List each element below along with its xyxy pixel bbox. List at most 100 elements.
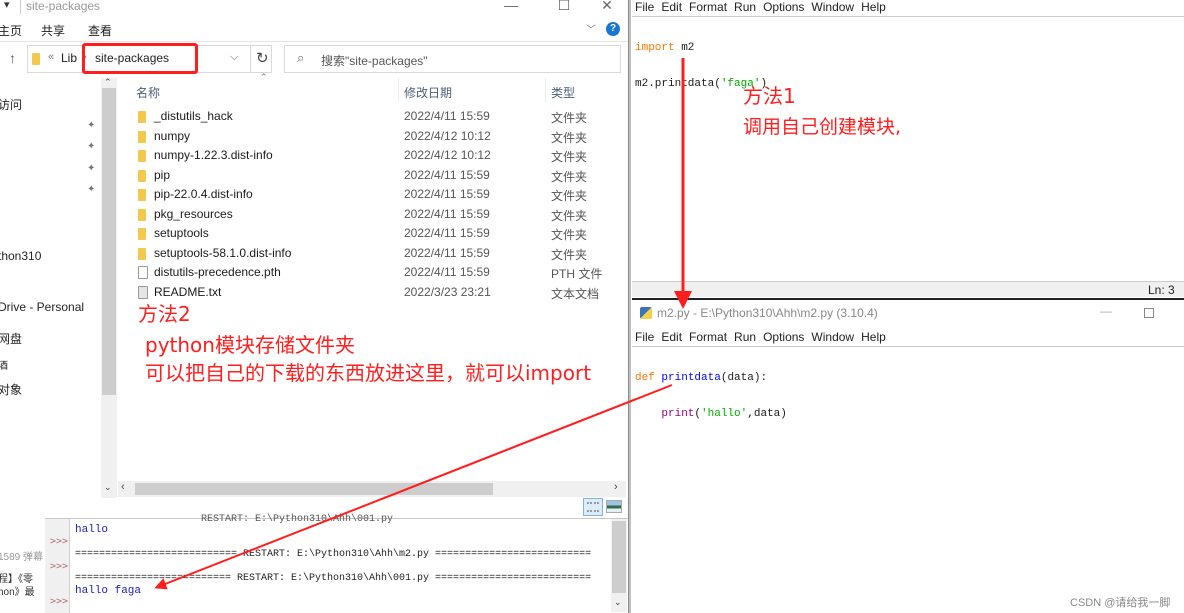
- code-line: print('hallo',data): [635, 408, 786, 420]
- idle-shell[interactable]: >>> >>> >>> RESTART: E:\Python310\Ahh\00…: [45, 514, 628, 613]
- maximize-button[interactable]: [1144, 308, 1154, 318]
- shell-prompt: >>>: [50, 596, 69, 607]
- sort-ascending-icon: ⌃: [260, 72, 268, 82]
- menu-edit[interactable]: Edit: [661, 0, 682, 14]
- up-arrow-icon[interactable]: ↑: [9, 50, 16, 66]
- help-icon[interactable]: ?: [606, 22, 620, 36]
- nav-pane-scrollbar[interactable]: ⌃ ⌄: [101, 77, 117, 498]
- file-row[interactable]: setuptools 2022/4/11 15:59 文件夹: [135, 224, 615, 244]
- status-bar: Ln: 3: [632, 281, 1184, 297]
- menu-window[interactable]: Window: [811, 330, 854, 344]
- file-type: 文本文档: [551, 286, 600, 301]
- nav-item-partial[interactable]: 酒: [0, 357, 8, 372]
- menu-help[interactable]: Help: [861, 0, 886, 14]
- menu-run[interactable]: Run: [734, 330, 756, 344]
- breadcrumb-overflow[interactable]: «: [48, 51, 54, 63]
- menu-file[interactable]: File: [635, 0, 654, 14]
- shell-scrollbar[interactable]: ⌄: [611, 519, 627, 612]
- nav-item-network-drive[interactable]: 网盘: [0, 330, 22, 347]
- column-divider[interactable]: [398, 78, 399, 102]
- idle-editor-001: File Edit Format Run Options Window Help impor…: [632, 0, 1184, 297]
- scroll-thumb[interactable]: [102, 88, 116, 395]
- shell-gutter: >>> >>> >>>: [45, 519, 70, 613]
- scroll-down-icon[interactable]: ⌄: [614, 597, 622, 608]
- file-row[interactable]: pip-22.0.4.dist-info 2022/4/11 15:59 文件夹: [135, 185, 615, 205]
- file-explorer-window: ▾ site-packages — ☐ ✕ 主页 共享 查看 ﹀ ? ↑ « L…: [0, 0, 628, 503]
- search-box[interactable]: ⌕ 搜索"site-packages": [284, 45, 621, 73]
- background-page-fragment: 1589 弹幕 程】《零 hon》最: [0, 518, 45, 613]
- file-row[interactable]: distutils-precedence.pth 2022/4/11 15:59 P…: [135, 263, 615, 283]
- tab-view[interactable]: 查看: [88, 22, 112, 39]
- file-row[interactable]: _distutils_hack 2022/4/11 15:59 文件夹: [135, 107, 615, 127]
- column-header-type[interactable]: 类型: [551, 84, 575, 101]
- horizontal-scrollbar[interactable]: ‹ ›: [118, 481, 626, 497]
- shell-output-line: =========================== RESTART: E:\…: [75, 549, 592, 560]
- scroll-up-icon[interactable]: ⌃: [104, 77, 112, 88]
- pin-icon[interactable]: ✦: [87, 163, 95, 174]
- search-input[interactable]: 搜索"site-packages": [321, 52, 428, 69]
- scroll-left-icon[interactable]: ‹: [121, 481, 125, 493]
- large-icons-view-button[interactable]: [606, 500, 622, 513]
- scroll-thumb[interactable]: [135, 483, 493, 495]
- search-icon: ⌕: [297, 50, 305, 65]
- menu-bar: File Edit Format Run Options Window Help: [635, 0, 893, 16]
- expand-ribbon-icon[interactable]: ﹀: [586, 21, 596, 36]
- file-row[interactable]: pkg_resources 2022/4/11 15:59 文件夹: [135, 205, 615, 225]
- details-view-button[interactable]: [583, 498, 603, 516]
- shell-prompt: >>>: [50, 536, 69, 547]
- column-divider[interactable]: [545, 78, 546, 102]
- folder-icon: [138, 169, 146, 182]
- pin-icon[interactable]: ✦: [87, 184, 95, 195]
- minimize-button[interactable]: —: [1100, 304, 1112, 318]
- menu-format[interactable]: Format: [689, 330, 727, 344]
- file-row[interactable]: numpy-1.22.3.dist-info 2022/4/12 10:12 文件夹: [135, 146, 615, 166]
- file-type: PTH 文件: [551, 267, 603, 281]
- file-row[interactable]: pip 2022/4/11 15:59 文件夹: [135, 166, 615, 186]
- file-date: 2022/4/12 10:12: [404, 148, 491, 162]
- file-date: 2022/3/23 23:21: [404, 284, 491, 299]
- menu-edit[interactable]: Edit: [661, 330, 682, 344]
- minimize-button[interactable]: —: [496, 0, 526, 13]
- tab-home[interactable]: 主页: [0, 22, 22, 39]
- explorer-title-bar: ▾ site-packages — ☐ ✕: [0, 0, 628, 16]
- file-row[interactable]: numpy 2022/4/12 10:12 文件夹: [135, 127, 615, 147]
- pin-icon[interactable]: ✦: [87, 141, 95, 152]
- file-date: 2022/4/11 15:59: [404, 187, 490, 201]
- menu-format[interactable]: Format: [689, 0, 727, 14]
- window-divider: [628, 0, 631, 613]
- address-dropdown-icon[interactable]: ⌵: [230, 51, 238, 64]
- file-row[interactable]: setuptools-58.1.0.dist-info 2022/4/11 15:…: [135, 244, 615, 264]
- menu-file[interactable]: File: [635, 330, 654, 344]
- menu-options[interactable]: Options: [763, 330, 804, 344]
- nav-item-onedrive[interactable]: Drive - Personal: [0, 300, 84, 314]
- nav-item-python310[interactable]: thon310: [0, 249, 41, 263]
- string-literal: 'hallo': [701, 408, 748, 420]
- nav-item-quick-access[interactable]: 访问: [0, 96, 22, 113]
- shell-output-line: hallo: [75, 524, 109, 536]
- file-date: 2022/4/12 10:12: [404, 128, 491, 143]
- column-header-date[interactable]: 修改日期: [404, 84, 452, 101]
- file-row[interactable]: README.txt 2022/3/23 23:21 文本文档: [135, 283, 615, 303]
- breadcrumb-lib[interactable]: Lib: [61, 51, 77, 65]
- close-button[interactable]: ✕: [592, 0, 622, 14]
- menu-run[interactable]: Run: [734, 0, 756, 14]
- file-date: 2022/4/11 15:59: [404, 167, 490, 182]
- tab-share[interactable]: 共享: [41, 22, 65, 39]
- refresh-icon[interactable]: ↻: [256, 49, 269, 67]
- column-header-name[interactable]: 名称: [136, 84, 160, 101]
- nav-item-3d-objects[interactable]: 对象: [0, 381, 22, 398]
- menu-options[interactable]: Options: [763, 0, 804, 14]
- scroll-thumb[interactable]: [612, 521, 626, 593]
- maximize-button[interactable]: ☐: [549, 0, 579, 14]
- pin-icon[interactable]: ✦: [87, 120, 95, 131]
- line-number: Ln: 3: [1148, 283, 1175, 297]
- code-editor[interactable]: def printdata(data): print('hallo',data): [635, 348, 787, 444]
- file-name: setuptools: [154, 226, 209, 240]
- quick-access-dropdown-icon[interactable]: ▾: [4, 0, 10, 11]
- scroll-down-icon[interactable]: ⌄: [104, 482, 112, 493]
- menu-window[interactable]: Window: [811, 0, 854, 14]
- menu-help[interactable]: Help: [861, 330, 886, 344]
- scroll-right-icon[interactable]: ›: [614, 481, 618, 493]
- shell-output-line: RESTART: E:\Python310\Ahh\001.py: [75, 514, 394, 525]
